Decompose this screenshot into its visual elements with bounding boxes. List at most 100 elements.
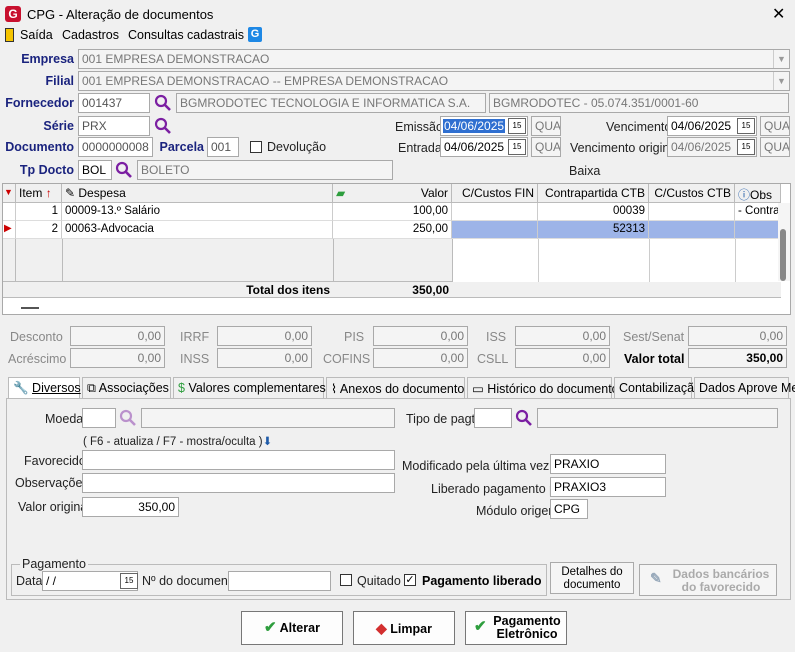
grid-header-item[interactable]: Item ↑ [16, 184, 62, 203]
parcela-label: Parcela [159, 140, 204, 154]
ndoc-input[interactable] [228, 571, 331, 591]
paperclip-icon: ⌇ [331, 382, 338, 396]
empresa-select[interactable]: 001 EMPRESA DEMONSTRACAO [78, 49, 790, 69]
splitter-handle[interactable] [21, 307, 39, 309]
documento-input[interactable]: 0000000008 [78, 137, 153, 157]
checkmark-icon: ✔ [474, 618, 487, 635]
chevron-down-icon[interactable]: ▼ [773, 50, 789, 68]
eraser-icon: ◆ [376, 620, 387, 636]
valor-total-field: 350,00 [688, 348, 787, 368]
irrf-label: IRRF [180, 330, 210, 344]
search-icon[interactable] [154, 117, 172, 135]
menu-saida[interactable]: Saída [20, 28, 53, 42]
pis-field: 0,00 [373, 326, 468, 346]
grid-header-contrapartida[interactable]: Contrapartida CTB [538, 184, 649, 203]
table-row-cc-ctb[interactable] [649, 221, 735, 239]
pencil-icon: ✎ [650, 570, 662, 586]
favorecido-label: Favorecido [24, 454, 86, 468]
table-row-obs[interactable]: - Contra [735, 203, 781, 221]
grid-header-cc-ctb[interactable]: C/Custos CTB [649, 184, 735, 203]
table-row-contrapartida[interactable]: 52313 [538, 221, 649, 239]
grid-header-despesa[interactable]: ✎ Despesa [62, 184, 333, 203]
money-icon: ▰ [336, 186, 346, 200]
calendar-icon[interactable]: 15 [737, 139, 755, 155]
modificado-label: Modificado pela última vez por [402, 459, 571, 473]
table-row-cc-fin[interactable] [452, 203, 538, 221]
tipo-pagto-input[interactable] [474, 408, 512, 428]
close-icon[interactable]: ✕ [772, 4, 785, 24]
grid-header-valor[interactable]: ▰ Valor [333, 184, 452, 203]
calendar-icon[interactable]: 15 [508, 139, 526, 155]
grid-header-cc-fin[interactable]: C/Custos FIN [452, 184, 538, 203]
table-row-item[interactable]: 2 [16, 221, 62, 239]
sort-triangle-icon[interactable]: ▼ [3, 184, 16, 203]
menu-cadastros[interactable]: Cadastros [62, 28, 119, 42]
cofins-field: 0,00 [373, 348, 468, 368]
vencimento-original-weekday: QUA [760, 137, 790, 157]
valor-original-label: Valor original [18, 500, 91, 514]
tab-valores-complementares[interactable]: $ Valores complementares [173, 377, 326, 399]
moeda-input[interactable] [82, 408, 116, 428]
parcela-input[interactable]: 001 [207, 137, 239, 157]
table-row-contrapartida[interactable]: 00039 [538, 203, 649, 221]
pagamento-eletronico-label: Pagamento Eletrônico [493, 614, 561, 641]
chevron-down-icon[interactable]: ▼ [773, 72, 789, 90]
dados-bancarios-button[interactable]: ✎ Dados bancários do favorecido [639, 564, 777, 596]
filial-select[interactable]: 001 EMPRESA DEMONSTRACAO -- EMPRESA DEMO… [78, 71, 790, 91]
app-shortcut-icon[interactable]: G [248, 27, 262, 42]
observacoes-input[interactable] [82, 473, 395, 493]
shortcut-hint-text: ( F6 - atualiza / F7 - mostra/oculta ) [83, 436, 263, 448]
desconto-label: Desconto [10, 330, 63, 344]
tp-docto-input[interactable]: BOL [78, 160, 112, 180]
calendar-icon[interactable]: 15 [120, 573, 138, 589]
detalhes-documento-button[interactable]: Detalhes do documento [550, 562, 634, 594]
grid-header-obs[interactable]: ⓘObs [735, 184, 781, 203]
tab-associacoes[interactable]: ⧉ Associações [82, 377, 171, 399]
grid-total-label: Total dos itens [246, 283, 330, 297]
table-row-obs[interactable] [735, 221, 781, 239]
table-row-item[interactable]: 1 [16, 203, 62, 221]
limpar-button[interactable]: ◆ Limpar [353, 611, 455, 645]
liberado-field: PRAXIO3 [550, 477, 666, 497]
tab-dados-aprove-me[interactable]: Dados Aprove Me [694, 377, 795, 399]
calendar-icon[interactable]: 15 [737, 118, 755, 134]
search-icon[interactable] [119, 409, 137, 427]
vencimento-label: Vencimento [606, 120, 672, 134]
table-row-despesa[interactable]: 00009-13.º Salário [62, 203, 333, 221]
scrollbar-thumb[interactable] [780, 229, 786, 281]
pagamento-eletronico-button[interactable]: ✔ Pagamento Eletrônico [465, 611, 567, 645]
items-grid[interactable]: ▼ Item ↑ ✎ Despesa ▰ Valor C/Custos FIN C… [2, 183, 791, 315]
shortcut-hint: ( F6 - atualiza / F7 - mostra/oculta )⬇ [83, 434, 272, 448]
tab-anexos[interactable]: ⌇ Anexos do documento [326, 377, 465, 399]
serie-input[interactable]: PRX [78, 116, 150, 136]
table-row-cc-fin[interactable] [452, 221, 538, 239]
tab-diversos[interactable]: 🔧 Diversos [8, 377, 81, 399]
header-valor-label: Valor [420, 186, 448, 200]
alterar-button[interactable]: ✔ Alterar [241, 611, 343, 645]
table-row-valor[interactable]: 250,00 [333, 221, 452, 239]
search-icon[interactable] [154, 94, 172, 112]
header-obs-label: Obs [750, 188, 773, 202]
quitado-label: Quitado [357, 574, 401, 588]
emissao-date-value: 04/06/2025 [443, 119, 506, 133]
pagamento-liberado-checkbox[interactable]: ✓ [404, 574, 416, 586]
tab-historico[interactable]: ▭ Histórico do documento [467, 377, 619, 399]
moeda-label: Moeda [45, 412, 84, 426]
calendar-icon[interactable]: 15 [508, 118, 526, 134]
devolucao-checkbox[interactable] [250, 141, 262, 153]
menu-consultas-cadastrais[interactable]: Consultas cadastrais [128, 28, 244, 42]
search-icon[interactable] [515, 409, 533, 427]
search-icon[interactable] [115, 161, 133, 179]
favorecido-input[interactable] [82, 450, 395, 470]
table-row-despesa[interactable]: 00063-Advocacia [62, 221, 333, 239]
table-row-cc-ctb[interactable] [649, 203, 735, 221]
empresa-value: 001 EMPRESA DEMONSTRACAO [82, 52, 270, 66]
fornecedor-code-input[interactable]: 001437 [78, 93, 150, 113]
quitado-checkbox[interactable] [340, 574, 352, 586]
tab-contabilizacao[interactable]: Contabilização [614, 377, 701, 399]
tipo-pagto-label: Tipo de pagto [406, 412, 482, 426]
valor-original-field: 350,00 [82, 497, 179, 517]
tab-label: Valores complementares [188, 381, 326, 395]
document-icon: ▭ [472, 382, 484, 396]
table-row-valor[interactable]: 100,00 [333, 203, 452, 221]
